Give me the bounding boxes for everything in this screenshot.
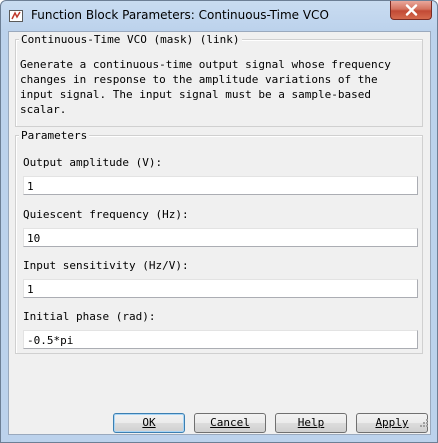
- mask-description: Generate a continuous-time output signal…: [20, 58, 391, 116]
- output-amplitude-input[interactable]: [23, 176, 418, 195]
- initial-phase-input[interactable]: [23, 330, 418, 349]
- dialog-window: Function Block Parameters: Continuous-Ti…: [0, 0, 438, 443]
- apply-button-label: Apply: [375, 416, 409, 429]
- close-icon: [405, 4, 418, 16]
- input-sensitivity-input[interactable]: [23, 279, 418, 298]
- cancel-button[interactable]: Cancel: [194, 413, 266, 433]
- apply-button[interactable]: Apply: [356, 413, 428, 433]
- input-sensitivity-label: Input sensitivity (Hz/V):: [23, 259, 189, 272]
- cancel-button-label: Cancel: [210, 416, 250, 429]
- quiescent-frequency-input[interactable]: [23, 228, 418, 247]
- window-title: Function Block Parameters: Continuous-Ti…: [31, 8, 329, 22]
- simulink-block-icon: [8, 8, 24, 24]
- help-button[interactable]: Help: [275, 413, 347, 433]
- ok-button-label: OK: [142, 416, 156, 429]
- output-amplitude-label: Output amplitude (V):: [23, 156, 163, 169]
- parameters-title: Parameters: [19, 129, 90, 142]
- quiescent-frequency-label: Quiescent frequency (Hz):: [23, 208, 189, 221]
- initial-phase-label: Initial phase (rad):: [23, 310, 156, 323]
- mask-title: Continuous-Time VCO (mask) (link): [19, 33, 242, 46]
- resize-grip-icon[interactable]: [419, 415, 429, 433]
- title-bar[interactable]: Function Block Parameters: Continuous-Ti…: [1, 1, 437, 31]
- help-button-label: Help: [297, 416, 325, 429]
- ok-button[interactable]: OK: [113, 413, 185, 433]
- close-button[interactable]: [390, 1, 432, 20]
- dialog-client-area: Continuous-Time VCO (mask) (link) Genera…: [8, 31, 431, 435]
